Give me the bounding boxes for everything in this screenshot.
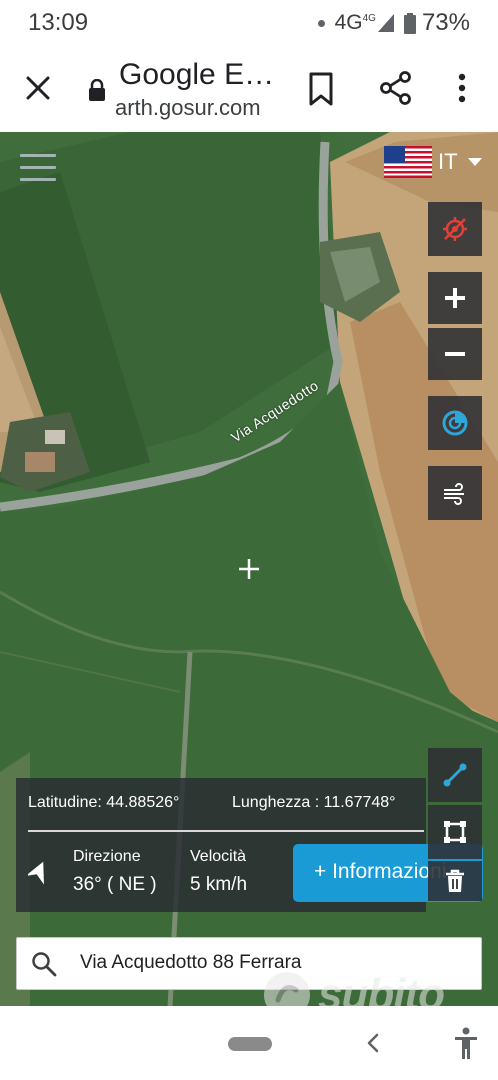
area-icon [444,821,466,843]
watermark-text: subito [318,970,445,1006]
status-indicators: 4G4G 73% [317,9,470,37]
home-button[interactable] [228,1037,272,1051]
page-url[interactable]: arth.gosur.com [115,95,275,121]
wind-icon [444,483,464,505]
status-bar: 13:09 4G4G 73% [0,0,498,46]
longitude-text: Lunghezza : 11.67748° [232,794,396,811]
direction-value: 36° ( NE ) [73,874,157,895]
us-flag-icon [384,146,432,178]
back-icon[interactable] [362,1030,384,1056]
status-time: 13:09 [28,9,89,36]
location-off-icon [443,217,467,241]
area-measure-button[interactable] [428,805,482,859]
zoom-out-button[interactable] [428,328,482,380]
zoom-in-icon [445,288,465,308]
route-button[interactable] [428,748,482,802]
network-type: 4G4G [334,11,376,34]
direction-label: Direzione [73,848,141,865]
map-crosshair [238,558,260,580]
browser-toolbar: Google E… arth.gosur.com [0,46,498,132]
speed-value: 5 km/h [190,874,248,895]
location-toggle-button[interactable] [428,202,482,256]
signal-icon [377,14,394,32]
page-title: Google E… [119,58,275,91]
subito-watermark: subito [262,970,445,1006]
delete-button[interactable] [428,861,482,901]
battery-icon [403,12,416,34]
wind-button[interactable] [428,466,482,520]
subito-logo-icon [264,972,310,1006]
battery-level: 73% [421,9,470,36]
hamburger-icon [20,154,56,157]
panel-divider [28,830,424,832]
accessibility-icon[interactable] [452,1026,480,1060]
zoom-in-button[interactable] [428,272,482,324]
language-code: IT [438,149,458,174]
latitude-text: Latitudine: 44.88526° [28,794,180,811]
bookmark-icon[interactable] [305,71,337,107]
language-selector[interactable]: IT [384,146,482,178]
search-icon[interactable] [31,951,57,977]
map-layers-button[interactable] [428,396,482,450]
share-icon[interactable] [378,70,414,106]
route-icon [443,763,467,787]
trash-icon [446,869,464,892]
heading-arrow-icon [28,861,44,885]
system-nav-bar [0,1006,498,1080]
notification-dot-icon [317,19,325,27]
layers-icon [442,410,468,436]
chevron-down-icon [467,158,482,166]
speed-label: Velocità [190,848,247,865]
more-vert-icon[interactable] [448,70,476,106]
lock-icon [89,79,105,101]
close-icon[interactable] [20,70,56,106]
zoom-out-icon [445,352,465,356]
hamburger-menu-button[interactable] [20,154,56,182]
map-view[interactable]: Via Acquedotto IT Latitudine: 44.88526° … [0,132,498,1006]
